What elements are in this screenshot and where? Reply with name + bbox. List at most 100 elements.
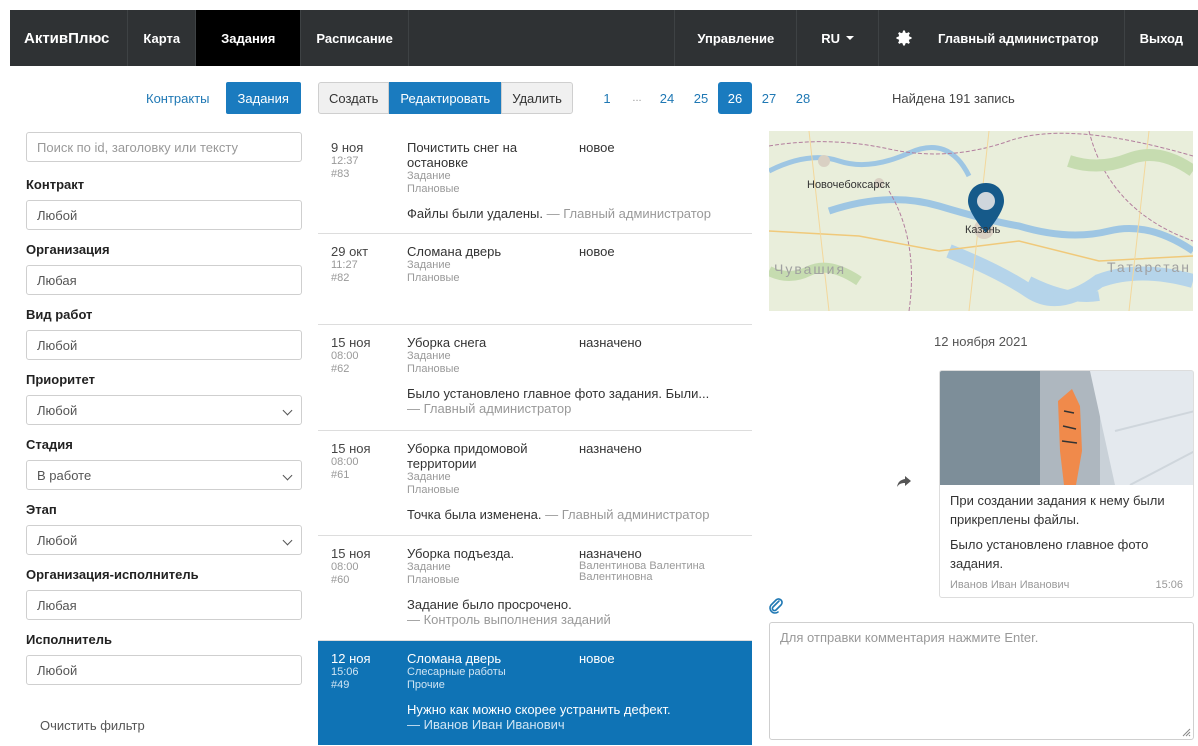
task-row[interactable]: 29 окт 11:27 #82 Сломана дверь Задание П… [318, 234, 752, 325]
task-time: 08:00 [331, 350, 359, 362]
map-tiles [769, 131, 1193, 311]
share-icon[interactable] [897, 476, 911, 488]
task-note-author: — Главный администратор [545, 507, 710, 522]
task-category: Плановые [407, 484, 460, 496]
brand-logo[interactable]: АктивПлюс [10, 10, 129, 66]
executor-field[interactable]: Любой [26, 655, 302, 685]
page-link[interactable]: 28 [786, 82, 820, 114]
task-row[interactable]: 15 ноя 08:00 #61 Уборка придомовой терри… [318, 431, 752, 536]
task-time: 08:00 [331, 561, 359, 573]
page-link[interactable]: 27 [752, 82, 786, 114]
tab-tasks[interactable]: Задания [225, 82, 301, 114]
chevron-down-icon [282, 470, 293, 481]
chat-message-text: При создании задания к нему были прикреп… [950, 493, 1165, 527]
organization-field[interactable]: Любая [26, 265, 302, 295]
map-city-label: Казань [965, 224, 1001, 236]
nav-schedule[interactable]: Расписание [301, 10, 409, 66]
step-select[interactable]: Любой [26, 525, 302, 555]
page-link-active[interactable]: 26 [718, 82, 752, 114]
task-type: Слесарные работы [407, 666, 506, 678]
step-label: Этап [26, 502, 57, 517]
task-status: назначено [579, 441, 642, 456]
chevron-down-icon [282, 535, 293, 546]
tab-contracts[interactable]: Контракты [138, 82, 218, 114]
comment-placeholder: Для отправки комментария нажмите Enter. [780, 630, 1039, 645]
task-note: Нужно как можно скорее устранить дефект.… [407, 702, 740, 732]
attached-photo[interactable] [940, 371, 1193, 485]
language-label: RU [821, 30, 841, 46]
task-row[interactable]: 15 ноя 08:00 #62 Уборка снега Задание Пл… [318, 325, 752, 431]
task-id: #60 [331, 574, 350, 586]
contract-label: Контракт [26, 177, 85, 192]
task-category: Плановые [407, 574, 460, 586]
task-row-selected[interactable]: 12 ноя 15:06 #49 Сломана дверь Слесарные… [318, 641, 752, 745]
task-type: Задание [407, 471, 451, 483]
task-row[interactable]: 15 ноя 08:00 #60 Уборка подъезда. Задани… [318, 536, 752, 641]
map-region-label: Чувашия [774, 261, 847, 277]
task-note-text: Нужно как можно скорее устранить дефект. [407, 702, 671, 717]
task-row[interactable]: 9 ноя 12:37 #83 Почистить снег на остано… [318, 130, 752, 234]
task-id: #61 [331, 469, 350, 481]
chat-message-text: Было установлено главное фото задания. [950, 537, 1149, 571]
task-date: 9 ноя [331, 140, 364, 155]
message-time: 15:06 [1155, 579, 1183, 591]
create-button[interactable]: Создать [318, 82, 390, 114]
user-name: Главный администратор [938, 30, 1099, 46]
task-status: новое [579, 140, 615, 155]
gear-icon [896, 30, 912, 46]
executor-org-field[interactable]: Любая [26, 590, 302, 620]
resize-handle-icon[interactable] [1181, 727, 1191, 737]
paperclip-icon[interactable] [768, 598, 784, 614]
map-region-label: Татарстан [1107, 259, 1192, 275]
nav-map[interactable]: Карта [128, 10, 197, 66]
priority-label: Приоритет [26, 372, 95, 387]
task-time: 15:06 [331, 666, 359, 678]
task-date: 15 ноя [331, 335, 371, 350]
task-assignee: Валентинова Валентина Валентиновна [579, 560, 705, 583]
delete-button[interactable]: Удалить [501, 82, 573, 114]
priority-select[interactable]: Любой [26, 395, 302, 425]
user-menu[interactable]: Главный администратор [879, 10, 1125, 66]
task-note-text: Файлы были удалены. [407, 206, 543, 221]
task-date: 12 ноя [331, 651, 371, 666]
work-type-field[interactable]: Любой [26, 330, 302, 360]
task-time: 12:37 [331, 155, 359, 167]
task-id: #82 [331, 272, 350, 284]
task-map[interactable]: Новочебоксарск Казань Чувашия Татарстан [769, 131, 1193, 311]
nav-logout[interactable]: Выход [1125, 10, 1198, 66]
page-link[interactable]: 24 [650, 82, 684, 114]
nav-tasks[interactable]: Задания [196, 10, 302, 66]
task-note: Было установлено главное фото задания. Б… [407, 386, 740, 416]
task-category: Плановые [407, 272, 460, 284]
task-type: Задание [407, 259, 451, 271]
task-title: Уборка подъезда. [407, 546, 515, 561]
task-list: 9 ноя 12:37 #83 Почистить снег на остано… [318, 130, 752, 745]
page-link[interactable]: 1 [590, 82, 624, 114]
task-title: Почистить снег на остановке [407, 140, 518, 170]
executor-org-label: Организация-исполнитель [26, 567, 199, 582]
stage-select[interactable]: В работе [26, 460, 302, 490]
nav-manage[interactable]: Управление [675, 10, 798, 66]
map-city-label: Новочебоксарск [807, 179, 890, 191]
task-note: Файлы были удалены. — Главный администра… [407, 206, 740, 221]
task-note: Задание было просрочено. — Контроль выпол… [407, 597, 740, 627]
task-type: Задание [407, 350, 451, 362]
task-date: 29 окт [331, 244, 369, 259]
edit-button[interactable]: Редактировать [389, 82, 502, 114]
left-tabs: Контракты Задания [138, 82, 301, 114]
chevron-down-icon [282, 405, 293, 416]
task-type: Задание [407, 561, 451, 573]
comment-input[interactable]: Для отправки комментария нажмите Enter. [769, 622, 1194, 740]
message-author: Иванов Иван Иванович [950, 579, 1070, 591]
pagination: 1 ... 24 25 26 27 28 [590, 82, 820, 114]
clear-filter-link[interactable]: Очистить фильтр [40, 718, 145, 733]
language-dropdown[interactable]: RU [797, 10, 880, 66]
search-input[interactable]: Поиск по id, заголовку или тексту [26, 132, 302, 162]
task-category: Плановые [407, 363, 460, 375]
task-id: #62 [331, 363, 350, 375]
organization-label: Организация [26, 242, 110, 257]
contract-field[interactable]: Любой [26, 200, 302, 230]
task-category: Плановые [407, 183, 460, 195]
task-note-author: — Иванов Иван Иванович [407, 717, 565, 732]
page-link[interactable]: 25 [684, 82, 718, 114]
